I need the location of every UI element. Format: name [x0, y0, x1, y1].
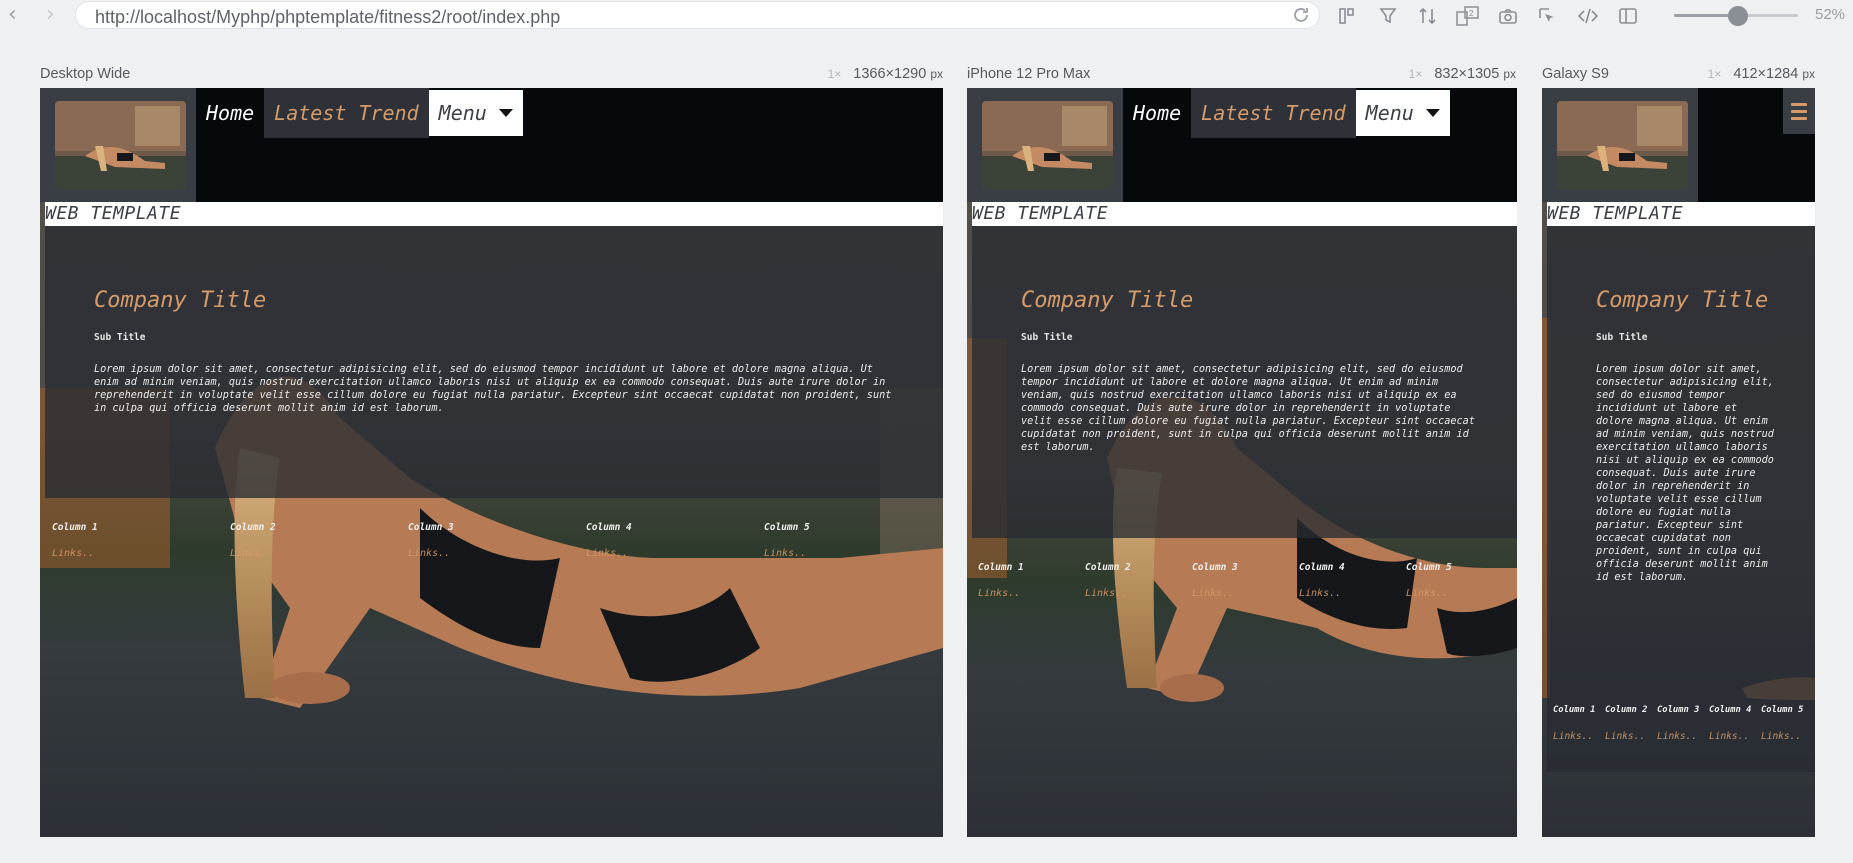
main-menu: Home Latest Trend Menu — [1123, 88, 1450, 138]
sub-title: Sub Title — [94, 332, 146, 343]
company-title: Company Title — [94, 288, 267, 313]
device-frame-desktop: Home Latest Trend Menu WEB TEMPLATE Comp… — [40, 88, 943, 837]
menu-dropdown-label: Menu — [438, 101, 487, 125]
lorem-text: Lorem ipsum dolor sit amet, consectetur … — [94, 364, 892, 414]
logo-image[interactable] — [55, 101, 186, 189]
dpr-label: 1× — [1707, 67, 1722, 81]
site-header: Home Latest Trend Menu — [967, 88, 1517, 202]
device-frame-galaxy: WEB TEMPLATE Company Title Sub Title Lor… — [1542, 88, 1815, 837]
column-1-link[interactable]: Links.. — [978, 588, 1020, 599]
device-size-galaxy: 1× 412×1284 px — [1707, 66, 1815, 82]
menu-dropdown-label: Menu — [1365, 101, 1414, 125]
inspect-cursor-icon[interactable] — [1536, 5, 1560, 27]
reload-icon[interactable] — [1291, 5, 1311, 25]
column-5-title: Column 5 — [1406, 562, 1452, 573]
column-4-title: Column 4 — [586, 522, 632, 533]
logo-box — [1542, 88, 1698, 202]
sub-title: Sub Title — [1021, 332, 1073, 343]
caret-down-icon — [1425, 109, 1440, 117]
logo-image[interactable] — [1557, 101, 1688, 189]
sidebar-toggle-icon[interactable] — [1616, 5, 1640, 27]
hero-panel: Company Title Sub Title Lorem ipsum dolo… — [45, 226, 943, 498]
column-5-link[interactable]: Links.. — [1406, 588, 1448, 599]
column-2-title: Column 2 — [230, 522, 276, 533]
logo-box — [967, 88, 1123, 202]
filter-icon[interactable] — [1376, 5, 1400, 27]
lorem-text: Lorem ipsum dolor sit amet, consectetur … — [1021, 364, 1475, 453]
column-1-link[interactable]: Links.. — [52, 548, 94, 559]
column-5-link[interactable]: Links.. — [764, 548, 806, 559]
logo-image[interactable] — [982, 101, 1113, 189]
sort-icon[interactable] — [1416, 5, 1440, 27]
browser-toolbar: ‹ › http://localhost/Myphp/phptemplate/f… — [0, 0, 1853, 31]
column-2-link[interactable]: Links.. — [230, 548, 272, 559]
column-3-title: Column 3 — [1192, 562, 1238, 573]
column-3-link[interactable]: Links.. — [408, 548, 450, 559]
zoom-level-label: 52% — [1815, 6, 1846, 23]
dpr-label: 1× — [827, 67, 842, 81]
column-3-link[interactable]: Links.. — [1657, 731, 1697, 742]
column-2-title: Column 2 — [1605, 705, 1648, 715]
column-5-title: Column 5 — [764, 522, 810, 533]
site-header: Home Latest Trend Menu — [40, 88, 943, 202]
menu-latest-trend[interactable]: Latest Trend — [264, 88, 429, 138]
column-5-title: Column 5 — [1761, 705, 1804, 715]
device-name-iphone: iPhone 12 Pro Max — [967, 66, 1091, 82]
zoom-slider-handle[interactable] — [1728, 6, 1749, 26]
menu-latest-trend[interactable]: Latest Trend — [1191, 88, 1356, 138]
svg-text:2: 2 — [1469, 9, 1474, 18]
menu-home[interactable]: Home — [1123, 88, 1192, 138]
column-4-link[interactable]: Links.. — [1299, 588, 1341, 599]
column-1-title: Column 1 — [1553, 705, 1596, 715]
column-1-link[interactable]: Links.. — [1553, 731, 1593, 742]
menu-dropdown[interactable]: Menu — [428, 90, 523, 136]
column-3-title: Column 3 — [408, 522, 454, 533]
devtools-toolbar: 2 — [1336, 4, 1640, 28]
camera-icon[interactable] — [1496, 5, 1520, 27]
dpr-label: 1× — [1408, 67, 1423, 81]
main-menu: Home Latest Trend Menu — [196, 88, 523, 138]
device-name-galaxy: Galaxy S9 — [1542, 66, 1609, 82]
column-3-title: Column 3 — [1657, 705, 1700, 715]
devices-icon[interactable]: 2 — [1456, 5, 1480, 27]
device-frame-iphone: Home Latest Trend Menu WEB TEMPLATE Comp… — [967, 88, 1517, 837]
ruler-icon[interactable] — [1336, 5, 1360, 27]
column-3-link[interactable]: Links.. — [1192, 588, 1234, 599]
column-5-link[interactable]: Links.. — [1761, 731, 1801, 742]
lorem-text: Lorem ipsum dolor sit amet, consectetur … — [1596, 364, 1774, 583]
column-1-title: Column 1 — [52, 522, 98, 533]
column-4-title: Column 4 — [1709, 705, 1752, 715]
column-2-link[interactable]: Links.. — [1085, 588, 1127, 599]
forward-arrow-icon[interactable]: › — [46, 2, 55, 28]
address-bar[interactable]: http://localhost/Myphp/phptemplate/fitne… — [75, 1, 1320, 29]
sub-title: Sub Title — [1596, 332, 1648, 343]
web-template-banner: WEB TEMPLATE — [45, 202, 943, 226]
company-title: Company Title — [1596, 288, 1769, 313]
column-1-title: Column 1 — [978, 562, 1024, 573]
hamburger-menu-icon[interactable] — [1783, 88, 1815, 134]
hero-panel: Company Title Sub Title Lorem ipsum dolo… — [1547, 226, 1815, 772]
device-name-desktop: Desktop Wide — [40, 66, 131, 82]
column-2-title: Column 2 — [1085, 562, 1131, 573]
column-2-link[interactable]: Links.. — [1605, 731, 1645, 742]
logo-box — [40, 88, 196, 202]
code-icon[interactable] — [1576, 5, 1600, 27]
menu-home[interactable]: Home — [196, 88, 265, 138]
back-arrow-icon[interactable]: ‹ — [8, 2, 17, 28]
hero-panel: Company Title Sub Title Lorem ipsum dolo… — [972, 226, 1517, 538]
column-4-link[interactable]: Links.. — [586, 548, 628, 559]
caret-down-icon — [498, 109, 513, 117]
column-4-title: Column 4 — [1299, 562, 1345, 573]
site-header — [1542, 88, 1815, 202]
web-template-banner: WEB TEMPLATE — [972, 202, 1517, 226]
web-template-banner: WEB TEMPLATE — [1547, 202, 1815, 226]
column-4-link[interactable]: Links.. — [1709, 731, 1749, 742]
device-size-iphone: 1× 832×1305 px — [1408, 66, 1516, 82]
url-text[interactable]: http://localhost/Myphp/phptemplate/fitne… — [95, 7, 560, 28]
menu-dropdown[interactable]: Menu — [1355, 90, 1450, 136]
device-size-desktop: 1× 1366×1290 px — [827, 66, 943, 82]
company-title: Company Title — [1021, 288, 1194, 313]
